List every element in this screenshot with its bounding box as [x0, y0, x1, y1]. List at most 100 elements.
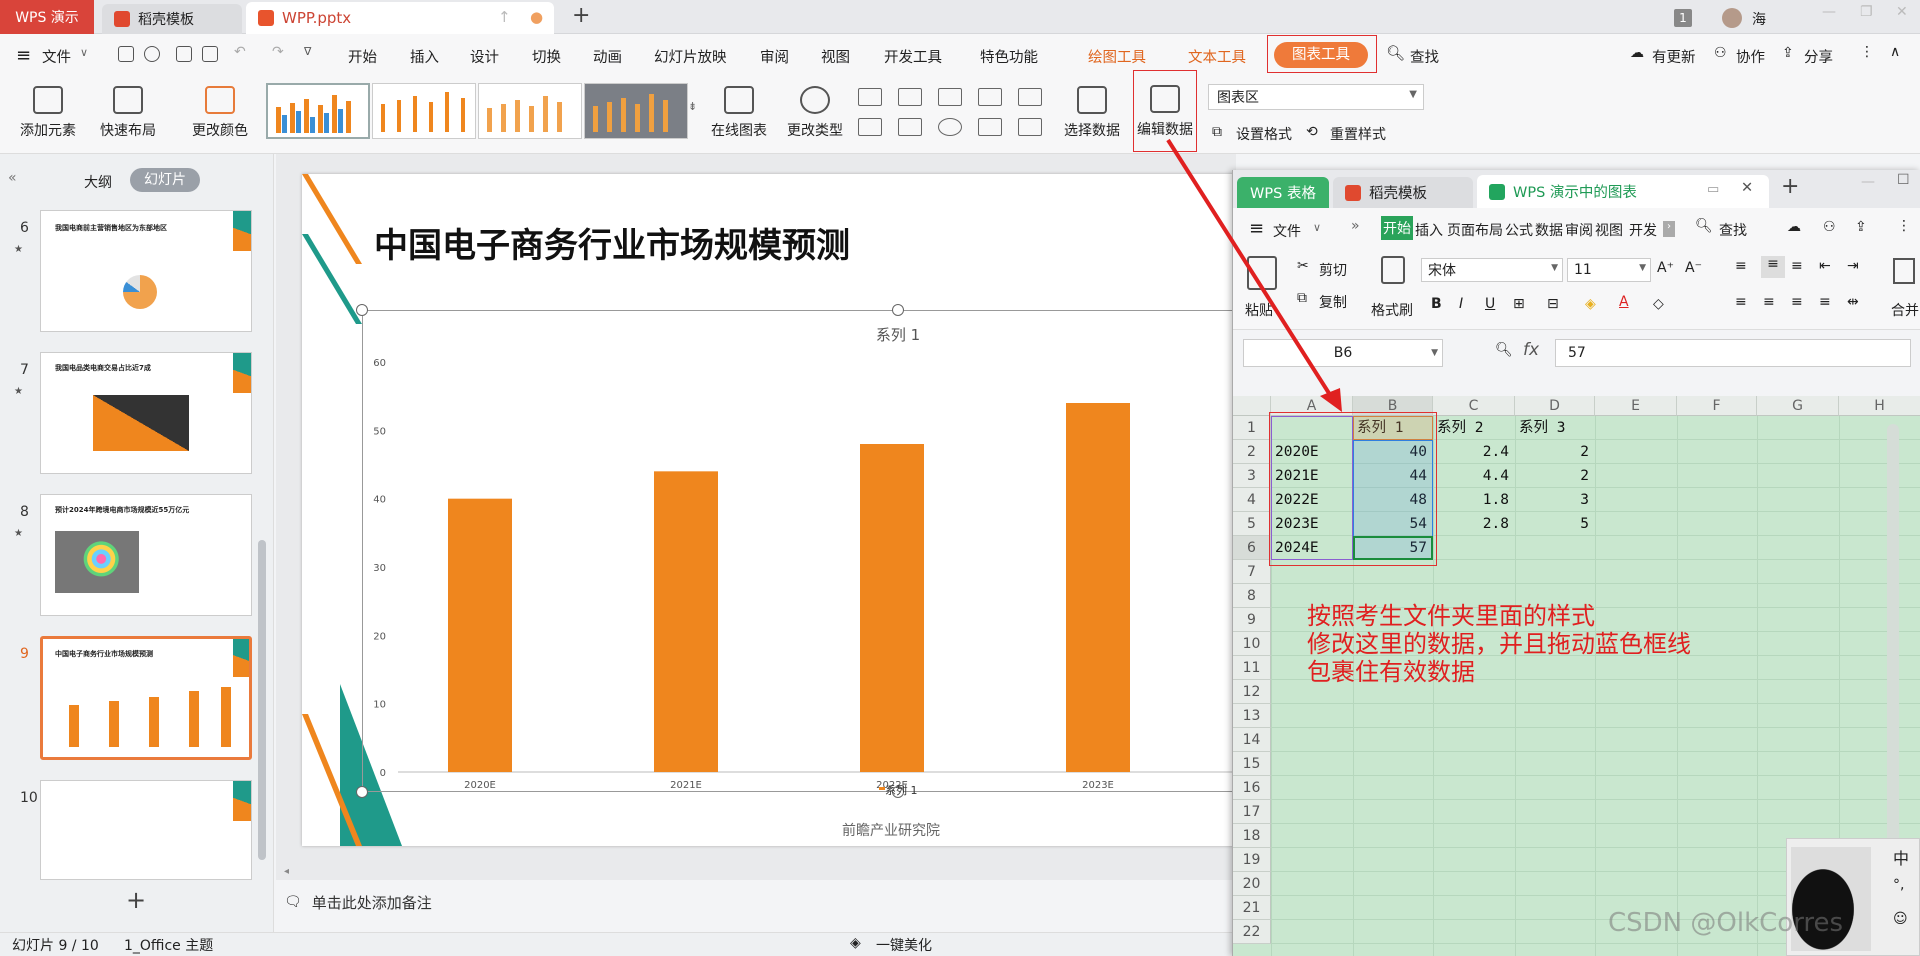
- cell[interactable]: 1.8: [1433, 488, 1509, 512]
- bar-chart[interactable]: 系列 1 0102030405060 2020E 2021E 2022E 2023E: [362, 310, 1234, 790]
- sheet-menu-data[interactable]: 数据: [1535, 220, 1563, 240]
- menu-transition[interactable]: 切换: [532, 46, 561, 67]
- cell[interactable]: 2.8: [1433, 512, 1509, 536]
- radar-chart-icon[interactable]: [978, 88, 1002, 106]
- undo-icon[interactable]: ↶: [234, 44, 246, 60]
- column-header[interactable]: F: [1677, 396, 1757, 416]
- eraser-icon[interactable]: ◇: [1653, 296, 1664, 312]
- tab-outline[interactable]: 大纲: [84, 172, 112, 192]
- select-all-corner[interactable]: [1233, 396, 1271, 416]
- pin-icon[interactable]: ▭: [1707, 182, 1719, 197]
- row-header[interactable]: 8: [1233, 584, 1271, 608]
- column-header[interactable]: D: [1515, 396, 1595, 416]
- share-icon[interactable]: ⇪: [1855, 219, 1867, 235]
- hamburger-icon[interactable]: ≡: [16, 45, 31, 66]
- row-header[interactable]: 13: [1233, 704, 1271, 728]
- align-left-icon[interactable]: ≡: [1735, 294, 1747, 310]
- menu-view[interactable]: 视图: [821, 46, 850, 67]
- close-icon[interactable]: ✕: [1896, 4, 1908, 20]
- tab-wpp-file[interactable]: WPP.pptx ↑ ●: [246, 2, 554, 34]
- copy-button[interactable]: 复制: [1319, 292, 1347, 312]
- menu-insert[interactable]: 插入: [410, 46, 439, 67]
- online-chart-button[interactable]: 在线图表: [702, 86, 776, 140]
- save-icon[interactable]: [118, 46, 134, 62]
- select-data-button[interactable]: 选择数据: [1060, 86, 1124, 140]
- align-right-icon[interactable]: ≡: [1791, 294, 1803, 310]
- upload-icon[interactable]: ↑: [498, 8, 511, 26]
- change-type-button[interactable]: 更改类型: [780, 86, 850, 140]
- menu-chart-tools[interactable]: 图表工具: [1267, 35, 1377, 73]
- menu-file[interactable]: 文件: [42, 46, 71, 67]
- cell[interactable]: 系列 3: [1519, 416, 1565, 440]
- add-element-button[interactable]: 添加元素: [12, 86, 84, 140]
- fx-icon[interactable]: fx: [1523, 340, 1539, 360]
- row-header[interactable]: 10: [1233, 632, 1271, 656]
- fill-color-icon[interactable]: ◈: [1585, 296, 1596, 312]
- align-center-icon[interactable]: ≡: [1763, 294, 1775, 310]
- sheet-menu-review[interactable]: 审阅: [1565, 220, 1593, 240]
- chevron-down-icon[interactable]: ∨: [1313, 221, 1321, 234]
- maximize-icon[interactable]: ☐: [1897, 172, 1910, 188]
- column-chart-icon[interactable]: [858, 88, 882, 106]
- slide-thumbnail-9[interactable]: 中国电子商务行业市场规模预测: [40, 636, 252, 760]
- search-icon[interactable]: 🔍︎: [1695, 218, 1713, 234]
- minimize-icon[interactable]: —: [1822, 4, 1836, 20]
- bold-icon[interactable]: B: [1431, 296, 1442, 312]
- paste-button[interactable]: 粘贴: [1245, 300, 1273, 320]
- app-tab[interactable]: WPS 演示: [0, 0, 94, 34]
- align-top-icon[interactable]: ≡: [1735, 258, 1747, 274]
- row-header[interactable]: 19: [1233, 848, 1271, 872]
- row-header[interactable]: 22: [1233, 920, 1271, 944]
- cell[interactable]: 2: [1515, 440, 1589, 464]
- chart-style-2[interactable]: [372, 83, 476, 139]
- close-tab-icon[interactable]: ✕: [1741, 180, 1753, 196]
- slide-title[interactable]: 中国电子商务行业市场规模预测: [374, 218, 850, 267]
- name-box[interactable]: B6 ▼: [1243, 339, 1443, 367]
- collab-icon[interactable]: ⚇: [1823, 219, 1836, 235]
- cell[interactable]: 3: [1515, 488, 1589, 512]
- line-chart-icon[interactable]: [938, 88, 962, 106]
- map-chart-icon[interactable]: [858, 118, 882, 136]
- ime-skin-icon[interactable]: ☺: [1893, 911, 1908, 927]
- row-header[interactable]: 18: [1233, 824, 1271, 848]
- row-header[interactable]: 12: [1233, 680, 1271, 704]
- styles-more-icon[interactable]: ⇟: [688, 100, 697, 113]
- ime-punctuation[interactable]: °,: [1893, 877, 1904, 893]
- font-grow-icon[interactable]: A⁺: [1657, 260, 1674, 276]
- formula-input[interactable]: 57: [1555, 339, 1911, 367]
- combo-chart-icon[interactable]: [1018, 118, 1042, 136]
- bar-chart-icon[interactable]: [898, 88, 922, 106]
- maximize-icon[interactable]: ❐: [1860, 4, 1873, 20]
- tab-daoke[interactable]: 稻壳模板: [102, 4, 242, 34]
- more-icon[interactable]: ⋮: [1897, 218, 1911, 234]
- more-icon[interactable]: ⋮: [1860, 44, 1874, 60]
- chart-style-3[interactable]: [478, 83, 582, 139]
- row-header[interactable]: 5: [1233, 512, 1271, 536]
- row-header[interactable]: 9: [1233, 608, 1271, 632]
- row-header[interactable]: 4: [1233, 488, 1271, 512]
- justify-icon[interactable]: ≡: [1819, 294, 1831, 310]
- row-header[interactable]: 1: [1233, 416, 1271, 440]
- chevron-down-icon[interactable]: ∨: [80, 46, 88, 59]
- avatar[interactable]: [1722, 8, 1742, 28]
- menu-developer[interactable]: 开发工具: [884, 46, 942, 67]
- menu-review[interactable]: 审阅: [760, 46, 789, 67]
- cloud-icon[interactable]: ☁: [1787, 219, 1801, 235]
- cell[interactable]: 4.4: [1433, 464, 1509, 488]
- menu-design[interactable]: 设计: [470, 46, 499, 67]
- expand-icon[interactable]: »: [1351, 218, 1360, 234]
- column-header[interactable]: E: [1595, 396, 1677, 416]
- distribute-icon[interactable]: ⇹: [1847, 294, 1859, 310]
- align-middle-icon[interactable]: ≡: [1761, 256, 1785, 278]
- notes-bar[interactable]: 🗨︎ 单击此处添加备注: [276, 886, 1236, 918]
- slide-thumbnail-7[interactable]: 我国电品类电商交易占比近7成: [40, 352, 252, 474]
- hamburger-icon[interactable]: ≡: [1249, 218, 1264, 239]
- new-tab-button[interactable]: +: [572, 3, 590, 28]
- quick-access-more-icon[interactable]: ∇: [304, 45, 311, 58]
- row-header[interactable]: 3: [1233, 464, 1271, 488]
- sheet-app-tab[interactable]: WPS 表格: [1237, 177, 1329, 208]
- menu-text-tools[interactable]: 文本工具: [1188, 46, 1246, 67]
- row-header[interactable]: 15: [1233, 752, 1271, 776]
- ime-widget[interactable]: 中 °, ☺: [1786, 838, 1920, 956]
- font-select[interactable]: 宋体 ▼: [1421, 258, 1563, 282]
